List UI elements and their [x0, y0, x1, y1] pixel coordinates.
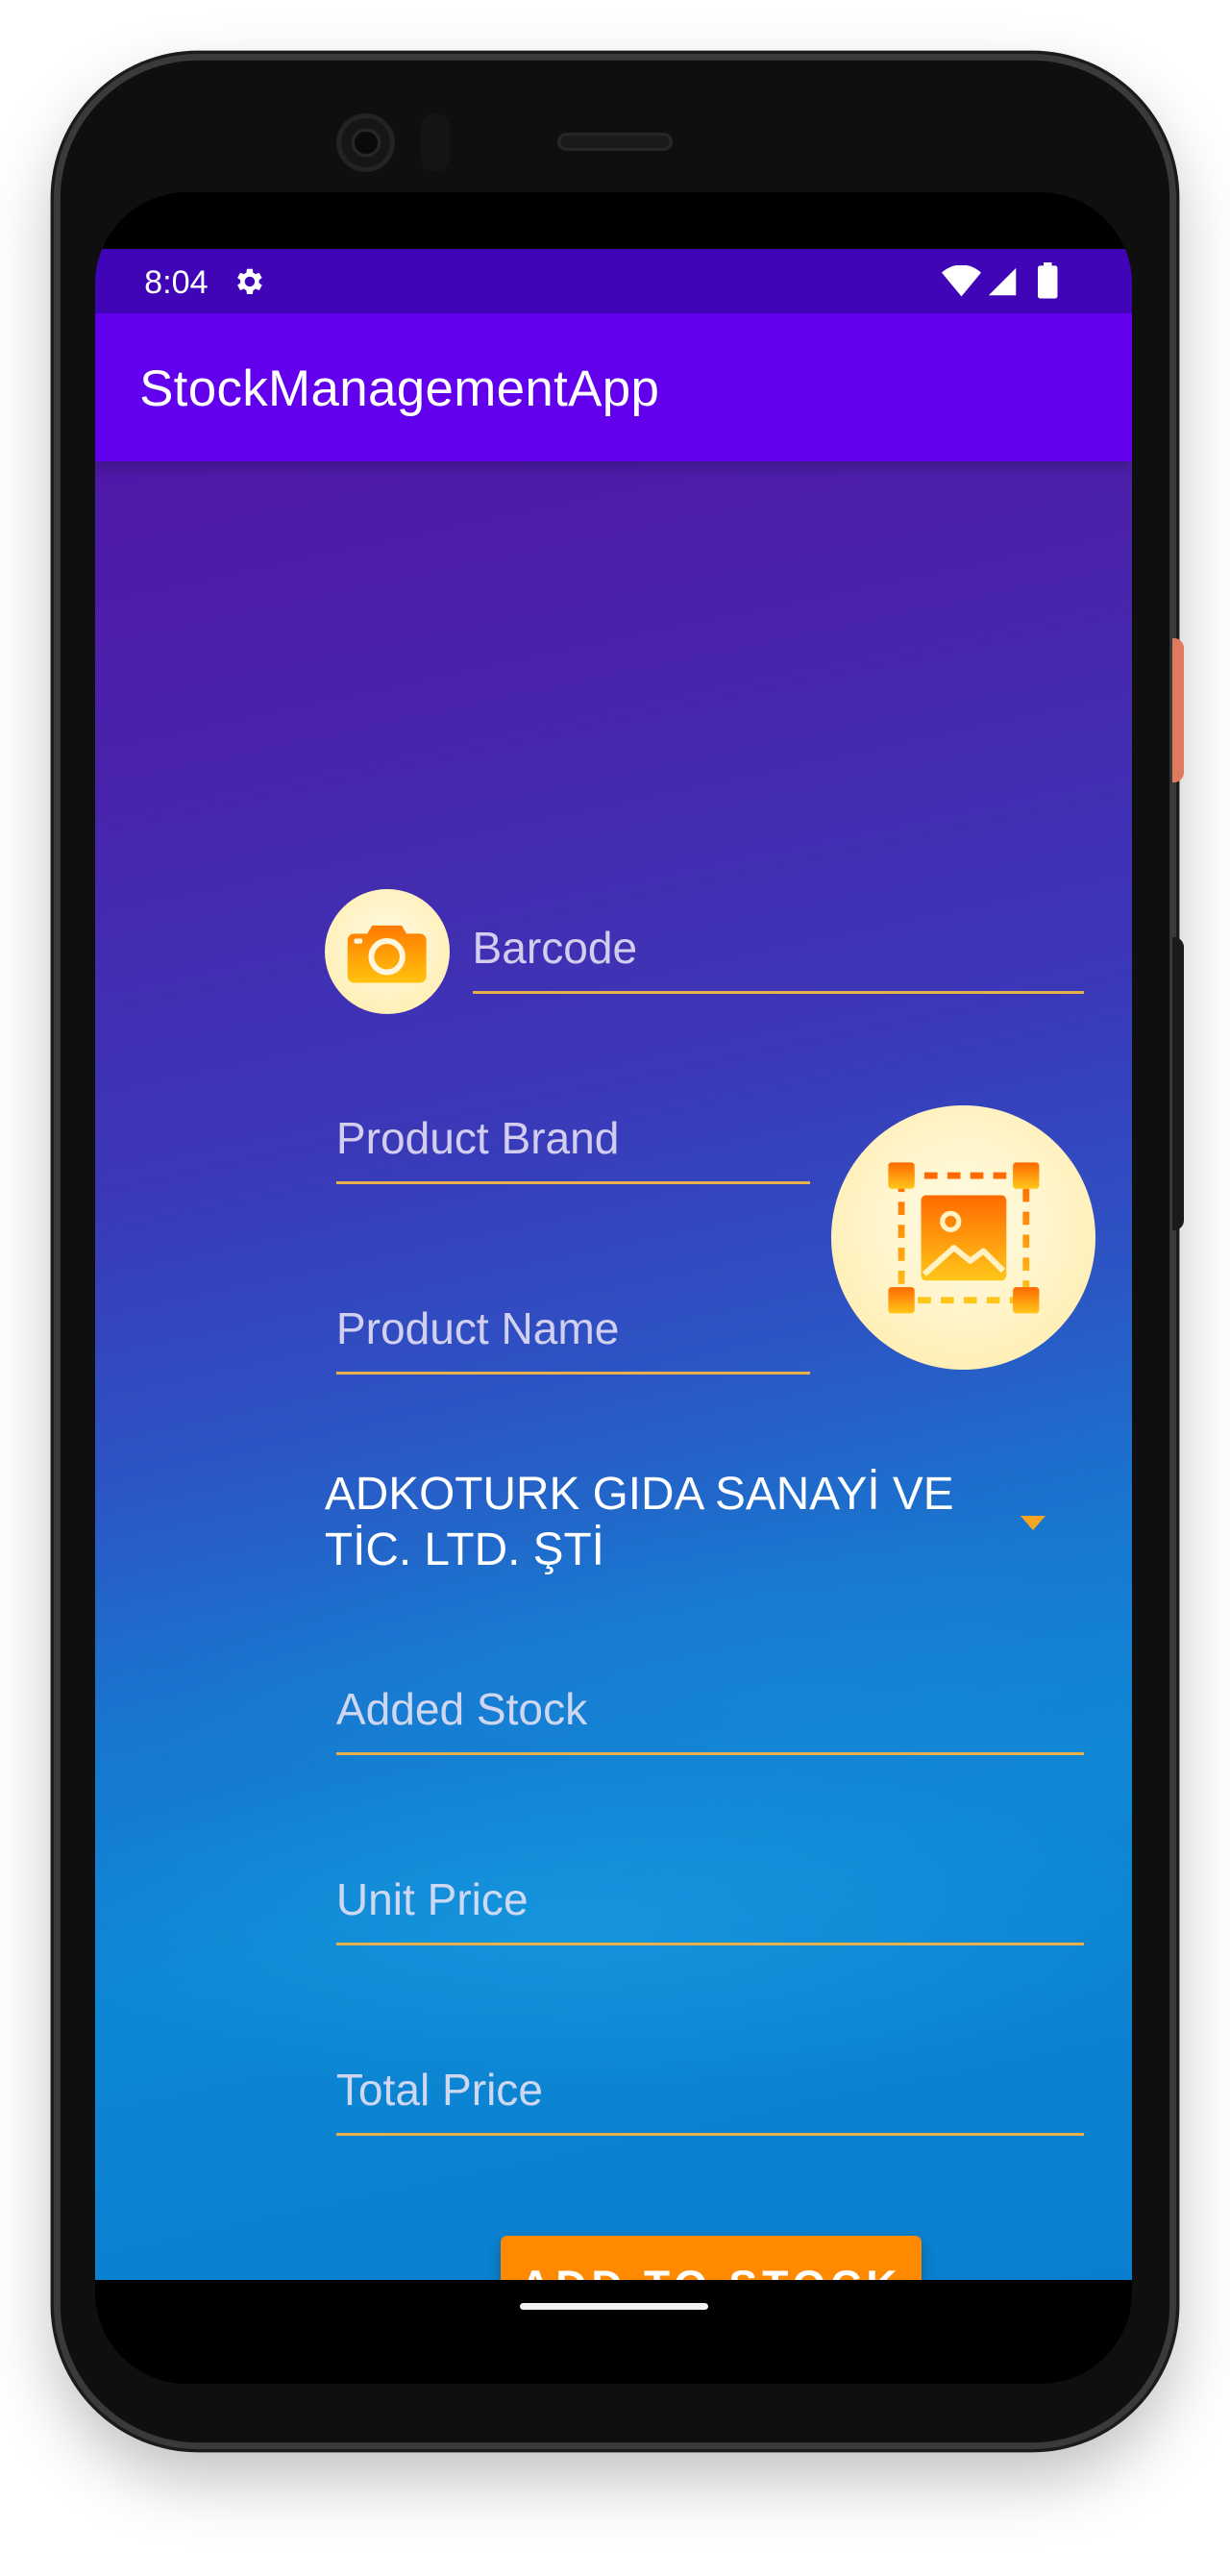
product-image-picker[interactable] [831, 1105, 1096, 1371]
add-to-stock-button[interactable]: ADD TO STOCK [500, 2236, 922, 2281]
wifi-icon [941, 265, 981, 297]
app-title: StockManagementApp [139, 359, 660, 417]
barcode-field[interactable] [472, 905, 1085, 994]
proximity-sensor [419, 112, 450, 173]
gear-icon [237, 268, 263, 294]
front-camera [335, 112, 396, 173]
added-stock-input[interactable] [335, 1666, 1085, 1752]
status-time: 8:04 [144, 263, 209, 301]
signal-icon [988, 268, 1016, 296]
unit-price-field[interactable] [335, 1856, 1085, 1945]
volume-button [1172, 936, 1185, 1230]
app-bar: StockManagementApp [94, 312, 1132, 461]
power-button [1172, 637, 1185, 783]
product-brand-input[interactable] [335, 1096, 811, 1181]
status-bar: 8:04 [94, 249, 1132, 313]
product-brand-field[interactable] [335, 1096, 811, 1184]
earpiece-speaker [557, 133, 673, 151]
company-spinner[interactable]: ADKOTURK GIDA SANAYİ VE TİC. LTD. ŞTİ [325, 1467, 1112, 1598]
barcode-input[interactable] [472, 905, 1085, 991]
dropdown-arrow-icon [1020, 1515, 1046, 1530]
camera-icon [347, 925, 427, 983]
battery-icon [1038, 262, 1058, 299]
home-indicator [520, 2303, 709, 2310]
product-name-input[interactable] [335, 1286, 811, 1372]
barcode-scan-button[interactable] [324, 888, 450, 1014]
total-price-input[interactable] [335, 2046, 1085, 2133]
add-to-stock-label: ADD TO STOCK [520, 2263, 901, 2280]
navigation-bar [94, 2280, 1132, 2384]
app-screen: 8:04 StockManagementApp Barcode Product … [94, 249, 1132, 2281]
screen-frame: 8:04 StockManagementApp Barcode Product … [94, 191, 1132, 2384]
spinner-selected-text: ADKOTURK GIDA SANAYİ VE TİC. LTD. ŞTİ [324, 1468, 954, 1575]
unit-price-input[interactable] [335, 1856, 1085, 1943]
product-name-field[interactable] [335, 1286, 811, 1375]
image-select-icon [888, 1162, 1040, 1314]
added-stock-field[interactable] [335, 1666, 1085, 1755]
total-price-field[interactable] [335, 2046, 1085, 2136]
